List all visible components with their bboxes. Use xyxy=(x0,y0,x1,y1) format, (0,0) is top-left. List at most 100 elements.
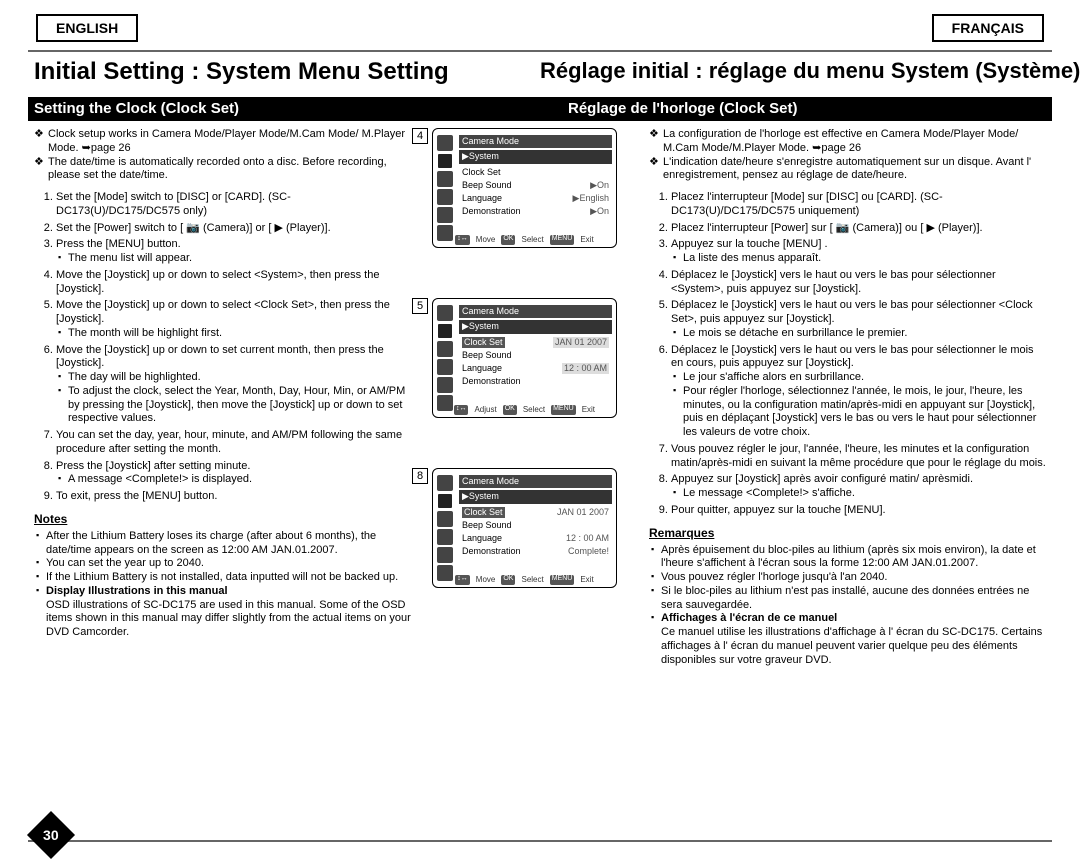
hint-select: Select xyxy=(521,235,543,245)
menu-icon-8: MENU xyxy=(550,575,575,585)
en-step-8-bullet: A message <Complete!> is displayed. xyxy=(68,473,414,487)
en-diamond-2: The date/time is automatically recorded … xyxy=(48,156,414,184)
en-step-7: You can set the day, year, hour, minute,… xyxy=(56,429,414,457)
en-step-8-text: Press the [Joystick] after setting minut… xyxy=(56,460,250,472)
osd-lang-val: ▶English xyxy=(573,193,609,204)
en-step-1: Set the [Mode] switch to [DISC] or [CARD… xyxy=(56,191,414,219)
osd-time-5: 12 : 00 AM xyxy=(562,363,609,374)
osd-clockset-5: Clock Set xyxy=(462,337,505,348)
menu-icon-5: MENU xyxy=(551,405,576,415)
osd-system-8: ▶System xyxy=(459,490,612,503)
osd-beep: Beep Sound xyxy=(462,180,512,191)
en-note-4-title: Display Illustrations in this manual xyxy=(46,585,228,597)
title-english: Initial Setting : System Menu Setting xyxy=(34,58,540,86)
en-step-6-bullet-1: The day will be highlighted. xyxy=(68,371,414,385)
osd-demo-8: Demonstration xyxy=(462,546,521,557)
fr-step-2: Placez l'interrupteur [Power] sur [ 📷 (C… xyxy=(671,222,1046,236)
fr-step-7: Vous pouvez régler le jour, l'année, l'h… xyxy=(671,443,1046,471)
hint-select-5: Select xyxy=(523,405,545,415)
osd-date-8: JAN 01 2007 xyxy=(557,507,609,518)
fr-step-8-text: Appuyez sur [Joystick] après avoir confi… xyxy=(671,473,973,485)
fr-step-8: Appuyez sur [Joystick] après avoir confi… xyxy=(671,473,1046,501)
en-step-5-bullet: The month will be highlight first. xyxy=(68,327,414,341)
en-step-3: Press the [MENU] button. The menu list w… xyxy=(56,238,414,266)
fr-step-5-bullet: Le mois se détache en surbrillance le pr… xyxy=(683,327,1046,341)
fr-step-6: Déplacez le [Joystick] vers le haut ou v… xyxy=(671,344,1046,440)
osd-beep-8: Beep Sound xyxy=(462,520,512,531)
hint-exit-8: Exit xyxy=(580,575,593,585)
arrows-icon-8: ↕↔ xyxy=(455,575,470,585)
osd-time-8: 12 : 00 AM xyxy=(566,533,609,544)
osd-lang: Language xyxy=(462,193,502,204)
osd-demo-val: ▶On xyxy=(590,206,609,217)
fr-step-1: Placez l'interrupteur [Mode] sur [DISC] … xyxy=(671,191,1046,219)
osd-system: ▶System xyxy=(459,150,612,163)
fr-diamond-2: L'indication date/heure s'enregistre aut… xyxy=(663,156,1046,184)
en-step-3-text: Press the [MENU] button. xyxy=(56,238,181,250)
column-english: Clock setup works in Camera Mode/Player … xyxy=(34,128,414,816)
osd-lang-5: Language xyxy=(462,363,502,374)
osd-title-8: Camera Mode xyxy=(459,475,612,488)
en-note-2: You can set the year up to 2040. xyxy=(46,557,414,571)
en-note-3: If the Lithium Battery is not installed,… xyxy=(46,571,414,585)
ok-icon: OK xyxy=(501,235,515,245)
en-step-6-text: Move the [Joystick] up or down to set cu… xyxy=(56,344,384,370)
en-step-5-text: Move the [Joystick] up or down to select… xyxy=(56,299,390,325)
arrows-icon: ↕↔ xyxy=(455,235,470,245)
osd-screen-8: Camera Mode ▶System Clock Set JAN 01 2007… xyxy=(432,468,617,588)
column-figures: 4 Camera Mode ▶System Clock Set Beep Sou… xyxy=(414,128,639,816)
en-step-6: Move the [Joystick] up or down to set cu… xyxy=(56,344,414,427)
menu-icon: MENU xyxy=(550,235,575,245)
en-step-2: Set the [Power] switch to [ 📷 (Camera)] … xyxy=(56,222,414,236)
en-diamond-1: Clock setup works in Camera Mode/Player … xyxy=(48,128,414,156)
en-note-4: Display Illustrations in this manual OSD… xyxy=(46,585,414,640)
en-step-9: To exit, press the [MENU] button. xyxy=(56,490,414,504)
ok-icon-5: OK xyxy=(503,405,517,415)
arrows-icon-5: ↕↔ xyxy=(454,405,469,415)
osd-clockset: Clock Set xyxy=(462,167,501,178)
fr-diamond-1: La configuration de l'horloge est effect… xyxy=(663,128,1046,156)
osd-demo-5: Demonstration xyxy=(462,376,521,387)
fig-step-4: 4 xyxy=(412,128,428,144)
title-french: Réglage initial : réglage du menu System… xyxy=(540,58,1046,86)
osd-title-5: Camera Mode xyxy=(459,305,612,318)
osd-system-5: ▶System xyxy=(459,320,612,333)
osd-beep-5: Beep Sound xyxy=(462,350,512,361)
osd-screen-4: Camera Mode ▶System Clock Set Beep Sound… xyxy=(432,128,617,248)
en-step-8: Press the [Joystick] after setting minut… xyxy=(56,460,414,488)
osd-screen-5: Camera Mode ▶System Clock Set JAN 01 2007… xyxy=(432,298,617,418)
en-step-4: Move the [Joystick] up or down to select… xyxy=(56,269,414,297)
fr-step-6-text: Déplacez le [Joystick] vers le haut ou v… xyxy=(671,344,1034,370)
fr-step-3-text: Appuyez sur la touche [MENU] . xyxy=(671,238,828,250)
hint-select-8: Select xyxy=(521,575,543,585)
osd-date-5: JAN 01 2007 xyxy=(553,337,609,348)
fr-note-1: Après épuisement du bloc-piles au lithiu… xyxy=(661,544,1046,572)
osd-clockset-8: Clock Set xyxy=(462,507,505,518)
subhead-french: Réglage de l'horloge (Clock Set) xyxy=(540,100,1046,117)
osd-lang-8: Language xyxy=(462,533,502,544)
en-step-3-bullet: The menu list will appear. xyxy=(68,252,414,266)
fr-note-2: Vous pouvez régler l'horloge jusqu'à l'a… xyxy=(661,571,1046,585)
fig-step-5: 5 xyxy=(412,298,428,314)
fr-step-5-text: Déplacez le [Joystick] vers le haut ou v… xyxy=(671,299,1033,325)
lang-tab-english: ENGLISH xyxy=(36,14,138,42)
en-notes-title: Notes xyxy=(34,512,414,527)
rule-top xyxy=(28,50,1052,52)
hint-move-8: Move xyxy=(476,575,496,585)
lang-tab-french: FRANÇAIS xyxy=(932,14,1044,42)
page-number: 30 xyxy=(27,811,75,859)
fr-step-6-bullet-1: Le jour s'affiche alors en surbrillance. xyxy=(683,371,1046,385)
fr-note-3: Si le bloc-piles au lithium n'est pas in… xyxy=(661,585,1046,613)
fr-step-5: Déplacez le [Joystick] vers le haut ou v… xyxy=(671,299,1046,340)
column-french: La configuration de l'horloge est effect… xyxy=(639,128,1046,816)
rule-bottom xyxy=(28,840,1052,842)
fr-notes-title: Remarques xyxy=(649,526,1046,541)
fr-step-3: Appuyez sur la touche [MENU] . La liste … xyxy=(671,238,1046,266)
osd-beep-val: ▶On xyxy=(590,180,609,191)
fig-step-8: 8 xyxy=(412,468,428,484)
en-note-1: After the Lithium Battery loses its char… xyxy=(46,530,414,558)
ok-icon-8: OK xyxy=(501,575,515,585)
en-note-4-body: OSD illustrations of SC-DC175 are used i… xyxy=(46,599,411,639)
fr-note-4-title: Affichages à l'écran de ce manuel xyxy=(661,612,837,624)
fr-step-9: Pour quitter, appuyez sur la touche [MEN… xyxy=(671,504,1046,518)
